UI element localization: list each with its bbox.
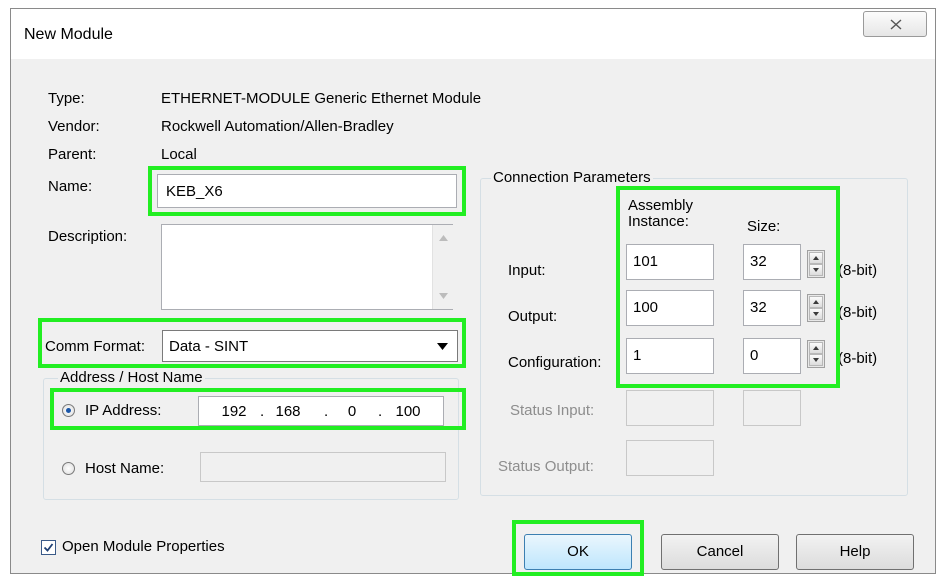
configuration-instance-value: 1 (633, 347, 642, 364)
comm-format-value: Data - SINT (169, 338, 249, 355)
input-size-value: 32 (750, 253, 767, 270)
status-input-size-field (743, 390, 801, 426)
output-size-spinner[interactable] (807, 294, 825, 322)
host-name-label: Host Name: (85, 460, 165, 477)
input-label: Input: (508, 262, 546, 279)
host-name-radio[interactable] (62, 462, 75, 475)
title-bar (11, 9, 935, 59)
name-field[interactable]: KEB_X6 (157, 174, 457, 208)
type-value: ETHERNET-MODULE Generic Ethernet Module (161, 90, 482, 107)
connection-parameters-label: Connection Parameters (491, 169, 653, 186)
ip-dot: . (378, 403, 383, 420)
chevron-down-icon (437, 343, 448, 350)
output-label: Output: (508, 308, 558, 325)
spin-down-button[interactable] (809, 308, 823, 320)
configuration-size-spinner[interactable] (807, 340, 825, 368)
output-unit: (8-bit) (838, 304, 878, 321)
arrow-up-icon (813, 300, 819, 304)
arrow-down-icon (813, 268, 819, 272)
description-field[interactable] (161, 224, 453, 310)
ip-octet-1: 192 (221, 403, 247, 420)
status-input-label: Status Input: (510, 402, 595, 419)
name-label: Name: (48, 178, 93, 195)
status-output-instance-field (626, 440, 714, 476)
type-label: Type: (48, 90, 85, 107)
ip-octet-4: 100 (395, 403, 421, 420)
assembly-instance-header: Assembly Instance: (628, 197, 694, 230)
address-group-label: Address / Host Name (58, 369, 205, 386)
ip-octet-3: 0 (347, 403, 357, 420)
input-instance-value: 101 (633, 253, 659, 270)
spin-up-button[interactable] (809, 296, 823, 308)
input-instance-field[interactable]: 101 (626, 244, 714, 280)
checkmark-icon (43, 543, 54, 552)
cancel-button[interactable]: Cancel (661, 534, 779, 570)
name-field-value: KEB_X6 (166, 183, 223, 200)
help-button[interactable]: Help (796, 534, 914, 570)
configuration-size-value: 0 (750, 347, 759, 364)
parent-label: Parent: (48, 146, 97, 163)
ip-address-field[interactable]: 192 . 168 . 0 . 100 (198, 396, 444, 426)
parent-value: Local (161, 146, 197, 163)
ip-octet-2: 168 (275, 403, 301, 420)
output-size-value: 32 (750, 299, 767, 316)
spin-up-button[interactable] (809, 252, 823, 264)
output-instance-field[interactable]: 100 (626, 290, 714, 326)
spin-down-button[interactable] (809, 264, 823, 276)
output-instance-value: 100 (633, 299, 659, 316)
configuration-label: Configuration: (508, 354, 602, 371)
ip-dot: . (324, 403, 329, 420)
arrow-down-icon (813, 358, 819, 362)
host-name-field[interactable] (200, 452, 446, 482)
description-scrollbar[interactable] (432, 225, 453, 309)
spin-down-button[interactable] (809, 354, 823, 366)
input-size-spinner[interactable] (807, 250, 825, 278)
scroll-up-icon (439, 235, 448, 241)
ip-dot: . (260, 403, 265, 420)
scroll-down-icon (439, 293, 448, 299)
configuration-instance-field[interactable]: 1 (626, 338, 714, 374)
status-input-instance-field (626, 390, 714, 426)
ok-button[interactable]: OK (524, 534, 632, 570)
input-size-field[interactable]: 32 (743, 244, 801, 280)
configuration-size-field[interactable]: 0 (743, 338, 801, 374)
window-title: New Module (24, 26, 113, 43)
arrow-up-icon (813, 346, 819, 350)
vendor-label: Vendor: (48, 118, 100, 135)
arrow-up-icon (813, 256, 819, 260)
close-icon (890, 19, 902, 30)
configuration-unit: (8-bit) (838, 350, 878, 367)
arrow-down-icon (813, 312, 819, 316)
comm-format-label: Comm Format: (45, 338, 146, 355)
input-unit: (8-bit) (838, 262, 878, 279)
open-module-properties-checkbox[interactable] (41, 540, 56, 555)
ip-address-radio[interactable] (62, 404, 75, 417)
description-label: Description: (48, 228, 128, 245)
close-button[interactable] (863, 11, 927, 37)
status-output-label: Status Output: (498, 458, 594, 475)
spin-up-button[interactable] (809, 342, 823, 354)
output-size-field[interactable]: 32 (743, 290, 801, 326)
comm-format-select[interactable]: Data - SINT (162, 330, 458, 362)
vendor-value: Rockwell Automation/Allen-Bradley (161, 118, 394, 135)
ip-address-label: IP Address: (85, 402, 162, 419)
open-module-properties-label: Open Module Properties (62, 538, 225, 555)
size-header: Size: (747, 218, 781, 235)
